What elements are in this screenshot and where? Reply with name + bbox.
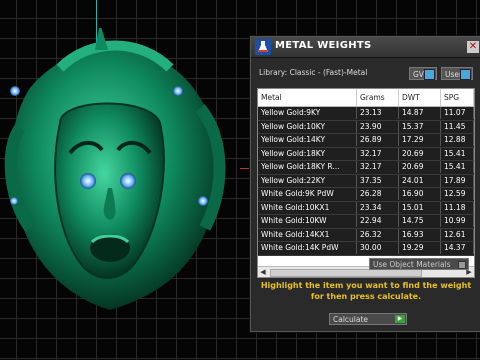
- column-header-spg[interactable]: SPG: [441, 89, 474, 106]
- table-row[interactable]: Yellow Gold:22KY 37.35 24.01 17.89: [258, 174, 474, 188]
- dwt-cell: 20.69: [399, 161, 441, 173]
- dwt-cell: 24.01: [399, 174, 441, 187]
- scroll-left-icon[interactable]: ◀: [259, 268, 267, 276]
- table-row[interactable]: Yellow Gold:10KY 23.90 15.37 11.45: [258, 120, 474, 134]
- metal-cell: Yellow Gold:10KY: [258, 120, 357, 133]
- table-row[interactable]: White Gold:10KW 22.94 14.75 10.99: [258, 215, 474, 229]
- dwt-cell: 15.01: [399, 201, 441, 214]
- metal-cell: White Gold:10KW: [258, 215, 357, 227]
- medusa-head-model[interactable]: [0, 28, 240, 328]
- table-row[interactable]: Yellow Gold:18KY R... 32.17 20.69 15.41: [258, 161, 474, 175]
- metal-cell: Yellow Gold:14KY: [258, 134, 357, 146]
- spg-cell: 17.89: [441, 174, 474, 187]
- dwt-cell: 14.87: [399, 107, 441, 119]
- table-body: Yellow Gold:9KY 23.13 14.87 11.07 Yellow Gol…: [258, 107, 474, 256]
- grams-cell: 22.94: [357, 215, 399, 227]
- metal-cell: White Gold:14K PdW: [258, 242, 357, 254]
- calculate-button[interactable]: Calculate ▶: [329, 313, 407, 325]
- spg-cell: 11.18: [441, 201, 474, 214]
- dwt-cell: 19.29: [399, 242, 441, 254]
- grams-cell: 23.90: [357, 120, 399, 133]
- column-header-dwt[interactable]: DWT: [399, 89, 441, 106]
- spg-cell: 11.45: [441, 120, 474, 133]
- column-header-grams[interactable]: Grams: [357, 89, 399, 106]
- dwt-cell: 17.29: [399, 134, 441, 146]
- metal-cell: White Gold:10KX1: [258, 201, 357, 214]
- metal-cell: Yellow Gold:18KY: [258, 147, 357, 160]
- spg-cell: 15.41: [441, 161, 474, 173]
- table-header: Metal Grams DWT SPG: [258, 89, 474, 107]
- dwt-cell: 20.69: [399, 147, 441, 160]
- gv-button[interactable]: GV: [409, 67, 437, 80]
- grams-cell: 32.17: [357, 147, 399, 160]
- grams-cell: 26.32: [357, 228, 399, 241]
- play-arrow-icon: ▶: [395, 315, 405, 323]
- grams-cell: 30.00: [357, 242, 399, 254]
- spg-cell: 10.99: [441, 215, 474, 227]
- calculate-label: Calculate: [333, 315, 369, 324]
- table-row[interactable]: White Gold:14K PdW 30.00 19.29 14.37: [258, 242, 474, 256]
- use-object-materials-option[interactable]: Use Object Materials: [369, 258, 469, 270]
- table-row[interactable]: Yellow Gold:14KY 26.89 17.29 12.88: [258, 134, 474, 148]
- metal-cell: Yellow Gold:18KY R...: [258, 161, 357, 173]
- metal-weights-panel: METAL WEIGHTS ✕ Library: Classic - (Fast…: [250, 36, 480, 332]
- metal-cell: Yellow Gold:22KY: [258, 174, 357, 187]
- library-label: Library: Classic - (Fast)-Metal: [259, 68, 368, 77]
- instruction-text: Highlight the item you want to find the …: [260, 281, 472, 301]
- table-row[interactable]: White Gold:14KX1 26.32 16.93 12.61: [258, 228, 474, 242]
- dwt-cell: 15.37: [399, 120, 441, 133]
- metal-table[interactable]: Metal Grams DWT SPG Yellow Gold:9KY 23.13…: [257, 88, 475, 278]
- grams-cell: 26.89: [357, 134, 399, 146]
- metal-cell: White Gold:9K PdW: [258, 188, 357, 200]
- table-row[interactable]: Yellow Gold:9KY 23.13 14.87 11.07: [258, 107, 474, 121]
- metal-cell: Yellow Gold:9KY: [258, 107, 357, 119]
- table-row[interactable]: Yellow Gold:18KY 32.17 20.69 15.41: [258, 147, 474, 161]
- spg-cell: 14.37: [441, 242, 474, 254]
- spg-cell: 12.88: [441, 134, 474, 146]
- spg-cell: 15.41: [441, 147, 474, 160]
- dwt-cell: 16.90: [399, 188, 441, 200]
- user-button[interactable]: User: [441, 67, 473, 80]
- panel-title: METAL WEIGHTS: [275, 40, 372, 51]
- use-object-materials-label: Use Object Materials: [373, 260, 451, 269]
- close-icon[interactable]: ✕: [467, 41, 479, 53]
- grams-cell: 23.13: [357, 107, 399, 119]
- gv-label: GV: [413, 70, 424, 79]
- grams-cell: 26.28: [357, 188, 399, 200]
- table-row[interactable]: White Gold:9K PdW 26.28 16.90 12.59: [258, 188, 474, 202]
- metal-cell: White Gold:14KX1: [258, 228, 357, 241]
- column-header-metal[interactable]: Metal: [258, 89, 357, 106]
- spg-cell: 12.59: [441, 188, 474, 200]
- grams-cell: 32.17: [357, 161, 399, 173]
- grams-cell: 23.34: [357, 201, 399, 214]
- spg-cell: 11.07: [441, 107, 474, 119]
- user-toggle-icon: [460, 69, 471, 80]
- dwt-cell: 14.75: [399, 215, 441, 227]
- use-object-materials-toggle-icon: [458, 261, 466, 269]
- table-row[interactable]: White Gold:10KX1 23.34 15.01 11.18: [258, 201, 474, 215]
- dwt-cell: 16.93: [399, 228, 441, 241]
- flask-logo-icon: [255, 39, 271, 55]
- grams-cell: 37.35: [357, 174, 399, 187]
- panel-titlebar[interactable]: METAL WEIGHTS ✕: [251, 37, 480, 58]
- spg-cell: 12.61: [441, 228, 474, 241]
- gv-toggle-icon: [424, 69, 435, 80]
